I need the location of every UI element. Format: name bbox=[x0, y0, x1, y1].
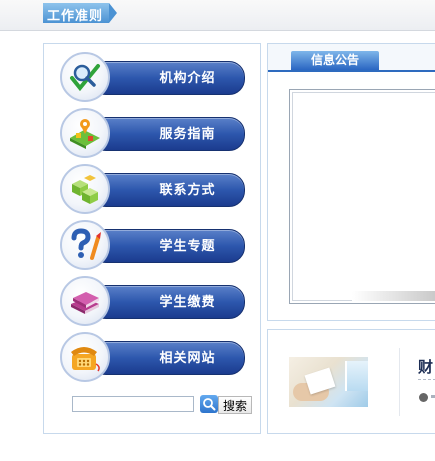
tab-notice[interactable]: 信息公告 bbox=[291, 51, 379, 70]
menu-label-student-payment: 学生缴费 bbox=[159, 294, 216, 309]
notice-scrollbar[interactable] bbox=[352, 291, 435, 301]
menu-button-organization[interactable]: 机构介绍 bbox=[90, 61, 245, 95]
notice-content-inner bbox=[292, 92, 435, 301]
photo-window-detail bbox=[345, 361, 368, 391]
photo-paper-detail bbox=[304, 367, 336, 395]
menu-label-service-guide: 服务指南 bbox=[159, 126, 216, 141]
feature-divider bbox=[399, 348, 400, 416]
menu-button-service-guide[interactable]: 服务指南 bbox=[90, 117, 245, 151]
notice-tab-bar: 信息公告 bbox=[268, 44, 435, 72]
section-tag-label: 工作准则 bbox=[47, 9, 104, 24]
menu-item-student-payment[interactable]: 学生缴费 bbox=[60, 276, 245, 326]
feature-title[interactable]: 财 bbox=[418, 356, 433, 377]
menu-label-student-topics: 学生专题 bbox=[159, 238, 216, 253]
books-icon bbox=[60, 276, 110, 326]
section-tag: 工作准则 bbox=[43, 3, 119, 24]
menu-button-student-payment[interactable]: 学生缴费 bbox=[90, 285, 245, 319]
map-pin-icon bbox=[60, 108, 110, 158]
green-cubes-icon bbox=[60, 164, 110, 214]
search-input[interactable] bbox=[72, 396, 194, 412]
notice-content-frame bbox=[289, 89, 435, 304]
menu-item-service-guide[interactable]: 服务指南 bbox=[60, 108, 245, 158]
search-button[interactable] bbox=[200, 395, 218, 413]
feature-title-underline bbox=[418, 379, 435, 380]
feature-photo[interactable] bbox=[289, 357, 368, 407]
menu-button-contact[interactable]: 联系方式 bbox=[90, 173, 245, 207]
menu-item-contact[interactable]: 联系方式 bbox=[60, 164, 245, 214]
question-mark-icon bbox=[60, 220, 110, 270]
search-submit-button[interactable]: 搜索 bbox=[218, 396, 252, 414]
menu-label-related-sites: 相关网站 bbox=[159, 350, 216, 365]
menu-item-organization[interactable]: 机构介绍 bbox=[60, 52, 245, 102]
menu-item-student-topics[interactable]: 学生专题 bbox=[60, 220, 245, 270]
bullet-icon bbox=[419, 393, 428, 402]
menu-item-related-sites[interactable]: 相关网站 bbox=[60, 332, 245, 382]
menu-button-related-sites[interactable]: 相关网站 bbox=[90, 341, 245, 375]
bottom-feature-panel: 财 bbox=[267, 329, 435, 434]
magnifier-check-icon bbox=[60, 52, 110, 102]
feature-list-item[interactable] bbox=[431, 395, 435, 398]
menu-label-contact: 联系方式 bbox=[159, 182, 216, 197]
left-menu-panel: 机构介绍 服务指南 联系方式 学生专题 学生缴费 相关网站 bbox=[43, 43, 261, 434]
section-tag-arrow bbox=[109, 3, 117, 23]
notice-panel: 信息公告 bbox=[267, 43, 435, 321]
menu-button-student-topics[interactable]: 学生专题 bbox=[90, 229, 245, 263]
menu-label-organization: 机构介绍 bbox=[159, 70, 216, 85]
search-icon bbox=[203, 398, 216, 411]
telephone-icon bbox=[60, 332, 110, 382]
